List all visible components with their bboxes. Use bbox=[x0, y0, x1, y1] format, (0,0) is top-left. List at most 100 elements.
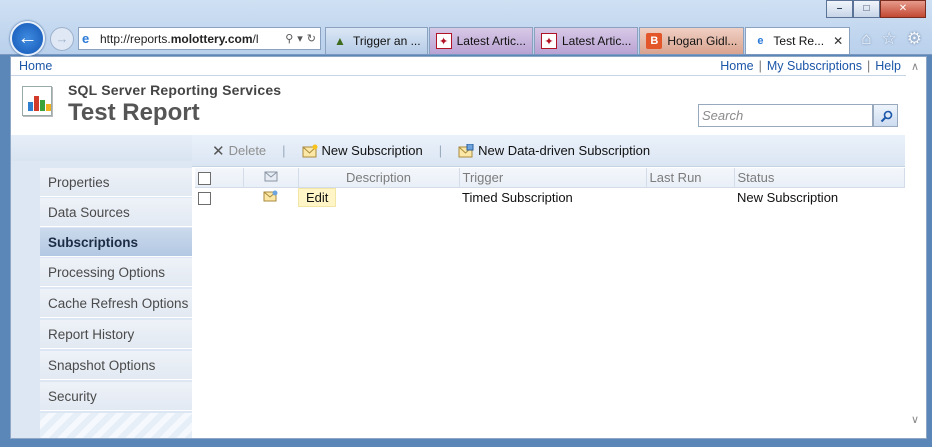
tab-hogan[interactable]: B Hogan Gidl... bbox=[639, 27, 745, 54]
row-checkbox[interactable] bbox=[198, 191, 211, 205]
edit-subscription-link[interactable]: Edit bbox=[298, 187, 337, 207]
search-icon bbox=[880, 110, 893, 123]
scroll-up-icon[interactable]: ∧ bbox=[911, 60, 919, 73]
forward-button[interactable]: → bbox=[50, 27, 74, 51]
tab-label: Latest Artic... bbox=[456, 34, 526, 48]
sidebar-item-report-history[interactable]: Report History bbox=[40, 320, 192, 349]
tab-label: Latest Artic... bbox=[561, 34, 632, 48]
subscription-envelope-icon bbox=[263, 190, 278, 201]
help-link[interactable]: Help bbox=[875, 59, 901, 73]
new-subscription-envelope-icon bbox=[302, 144, 318, 157]
search-box bbox=[698, 104, 873, 127]
address-url[interactable]: http://reports.molottery.com/l bbox=[100, 32, 285, 46]
envelope-header-icon bbox=[264, 171, 277, 182]
tab-latest-articles-1[interactable]: ✦ Latest Artic... bbox=[428, 27, 533, 54]
home-icon[interactable]: ⌂ bbox=[861, 29, 871, 49]
trigger-column-header[interactable]: Trigger bbox=[459, 168, 647, 188]
blogger-icon: B bbox=[646, 33, 663, 49]
new-data-driven-subscription-button[interactable]: New Data-driven Subscription bbox=[458, 143, 650, 158]
new-data-driven-label: New Data-driven Subscription bbox=[478, 143, 651, 158]
search-button[interactable] bbox=[873, 104, 898, 127]
global-links: Home | My Subscriptions | Help bbox=[720, 59, 918, 73]
toolbar-divider: | bbox=[282, 143, 286, 158]
home-link[interactable]: Home bbox=[720, 59, 753, 73]
pyramid-icon: ▲ bbox=[334, 34, 346, 48]
new-subscription-button[interactable]: New Subscription bbox=[302, 143, 423, 158]
url-suffix: /l bbox=[252, 31, 259, 46]
search-input[interactable] bbox=[699, 105, 872, 126]
select-all-checkbox[interactable] bbox=[198, 171, 211, 185]
forward-arrow-icon: → bbox=[55, 31, 69, 46]
browser-chrome: – □ ✕ ← → e http://reports.molottery.com… bbox=[0, 0, 932, 56]
report-icon bbox=[22, 86, 52, 116]
report-manager-page: Home Home | My Subscriptions | Help SQL … bbox=[10, 56, 927, 439]
subscription-toolbar: ✕ Delete | New Subscription | New Data-d… bbox=[192, 135, 905, 167]
ie-icon: e bbox=[757, 35, 764, 47]
tab-label: Trigger an ... bbox=[353, 34, 421, 48]
minimize-button[interactable]: – bbox=[826, 0, 853, 18]
sidebar-header-band bbox=[11, 135, 192, 161]
favorites-star-icon[interactable]: ☆ bbox=[882, 29, 897, 49]
status-column-header[interactable]: Status bbox=[734, 168, 905, 188]
page-title: Test Report bbox=[68, 99, 200, 126]
star-icon: ✦ bbox=[435, 33, 452, 49]
ie-page-icon: e bbox=[82, 31, 90, 46]
subscriptions-content: Description Trigger Last Run Status Edit… bbox=[195, 168, 905, 438]
refresh-icon[interactable]: ↻ bbox=[307, 32, 316, 45]
address-bar[interactable]: e http://reports.molottery.com/l ⚲ ▾ ↻ bbox=[78, 27, 321, 50]
description-column-header[interactable]: Description bbox=[298, 168, 460, 188]
breadcrumb-home-link[interactable]: Home bbox=[19, 59, 52, 73]
tab-latest-articles-2[interactable]: ✦ Latest Artic... bbox=[533, 27, 639, 54]
close-tab-icon[interactable]: ✕ bbox=[833, 34, 843, 48]
table-row: Edit Timed Subscription New Subscription bbox=[195, 187, 905, 207]
sidebar-decoration bbox=[40, 413, 192, 438]
link-separator: | bbox=[758, 59, 762, 73]
row-type-cell bbox=[243, 187, 298, 207]
row-select-cell bbox=[195, 187, 243, 207]
select-all-header bbox=[195, 168, 244, 188]
sidebar-item-data-sources[interactable]: Data Sources bbox=[40, 198, 192, 227]
subscriptions-table: Description Trigger Last Run Status Edit… bbox=[195, 168, 905, 207]
back-arrow-icon: ← bbox=[17, 27, 38, 49]
row-trigger: Timed Subscription bbox=[462, 189, 573, 205]
delete-label: Delete bbox=[228, 143, 267, 158]
row-status: New Subscription bbox=[737, 189, 839, 205]
top-navigation-bar: Home Home | My Subscriptions | Help bbox=[11, 57, 926, 76]
sidebar-item-subscriptions[interactable]: Subscriptions bbox=[40, 228, 192, 257]
delete-button[interactable]: ✕ Delete bbox=[212, 142, 266, 160]
restore-button[interactable]: □ bbox=[853, 0, 880, 18]
sidebar-item-properties[interactable]: Properties bbox=[40, 168, 192, 197]
tab-label: Hogan Gidl... bbox=[667, 34, 738, 48]
sidebar-item-cache-refresh-options[interactable]: Cache Refresh Options bbox=[40, 289, 192, 318]
dropdown-icon[interactable]: ▾ bbox=[297, 32, 303, 45]
tab-strip: ▲ Trigger an ... ✦ Latest Artic... ✦ Latest… bbox=[325, 27, 851, 54]
star-icon: ✦ bbox=[540, 33, 557, 49]
new-subscription-label: New Subscription bbox=[321, 143, 423, 158]
window-buttons: – □ ✕ bbox=[826, 0, 926, 18]
gear-icon[interactable]: ⚙ bbox=[907, 29, 922, 49]
delete-x-icon: ✕ bbox=[212, 142, 225, 160]
row-last-run bbox=[646, 187, 734, 207]
last-run-column-header[interactable]: Last Run bbox=[646, 168, 735, 188]
sidebar-item-snapshot-options[interactable]: Snapshot Options bbox=[40, 351, 192, 380]
vertical-scrollbar[interactable]: ∧ ∨ bbox=[906, 57, 926, 438]
url-domain: molottery.com bbox=[170, 31, 253, 46]
close-window-button[interactable]: ✕ bbox=[880, 0, 926, 18]
sidebar-item-processing-options[interactable]: Processing Options bbox=[40, 258, 192, 287]
type-header bbox=[243, 168, 299, 188]
my-subscriptions-link[interactable]: My Subscriptions bbox=[767, 59, 862, 73]
browser-tools: ⌂ ☆ ⚙ bbox=[861, 29, 922, 49]
address-tools: ⚲ ▾ ↻ bbox=[285, 32, 320, 45]
data-driven-envelope-icon bbox=[458, 143, 474, 157]
url-prefix: http://reports. bbox=[100, 31, 171, 46]
tab-trigger[interactable]: ▲ Trigger an ... bbox=[325, 27, 428, 54]
row-description-cell: Edit bbox=[298, 187, 459, 207]
sidebar-item-security[interactable]: Security bbox=[40, 382, 192, 411]
search-address-icon[interactable]: ⚲ bbox=[285, 32, 293, 45]
page-header: SQL Server Reporting Services Test Repor… bbox=[11, 76, 926, 134]
scroll-down-icon[interactable]: ∨ bbox=[911, 413, 919, 426]
table-header-row: Description Trigger Last Run Status bbox=[195, 168, 905, 188]
tab-test-report[interactable]: e Test Re... ✕ bbox=[745, 27, 851, 54]
tab-label: Test Re... bbox=[773, 34, 825, 48]
back-button[interactable]: ← bbox=[10, 21, 45, 56]
